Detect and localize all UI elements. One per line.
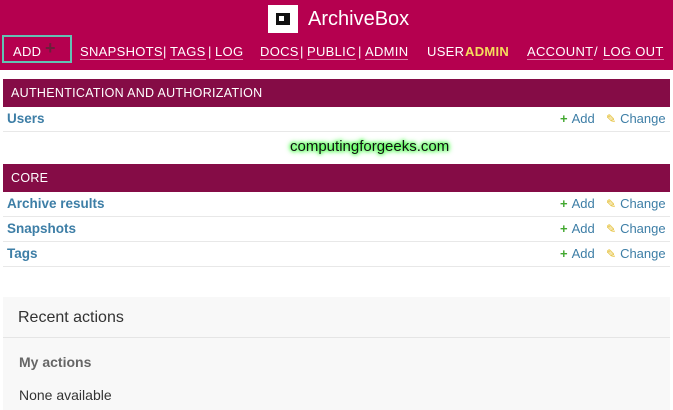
change-label: Change xyxy=(620,246,666,261)
plus-icon: + xyxy=(560,246,568,261)
pencil-icon: ✎ xyxy=(606,222,617,236)
add-label: Add xyxy=(571,221,595,236)
recent-actions-panel: Recent actions My actions None available xyxy=(3,297,670,410)
model-link-tags[interactable]: Tags xyxy=(7,246,38,261)
nav-snapshots-link[interactable]: SNAPSHOTS xyxy=(80,44,163,60)
change-link[interactable]: ✎ Change xyxy=(606,246,666,261)
model-link-snapshots[interactable]: Snapshots xyxy=(7,221,76,236)
nav-docs-link[interactable]: DOCS xyxy=(260,44,299,60)
change-label: Change xyxy=(620,221,666,236)
nav-logout-link[interactable]: LOG OUT xyxy=(603,44,664,60)
table-row: Archive results + Add ✎ Change xyxy=(3,192,670,217)
change-link[interactable]: ✎ Change xyxy=(606,221,666,236)
user-label: USER xyxy=(427,44,465,59)
nav-account-link[interactable]: ACCOUNT xyxy=(527,44,594,60)
add-link[interactable]: + Add xyxy=(560,111,595,126)
nav-separator: | xyxy=(208,44,212,59)
change-link[interactable]: ✎ Change xyxy=(606,111,666,126)
pencil-icon: ✎ xyxy=(606,197,617,211)
nav-admin-link[interactable]: ADMIN xyxy=(365,44,409,60)
add-link[interactable]: + Add xyxy=(560,246,595,261)
nav-add-link[interactable]: ADD xyxy=(13,44,41,59)
table-row: Users + Add ✎ Change xyxy=(3,107,670,132)
nav-separator: | xyxy=(163,44,167,59)
empty-state-text: None available xyxy=(19,387,112,403)
change-label: Change xyxy=(620,196,666,211)
nav-public-link[interactable]: PUBLIC xyxy=(307,44,356,60)
module-core: CORE Archive results + Add ✎ Change Snapsh… xyxy=(3,164,670,267)
plus-icon: + xyxy=(560,111,568,126)
add-label: Add xyxy=(571,111,595,126)
brand[interactable]: ArchiveBox xyxy=(268,4,409,34)
nav-tags-link[interactable]: TAGS xyxy=(170,44,206,60)
add-label: Add xyxy=(571,196,595,211)
user-name: ADMIN xyxy=(465,44,510,59)
add-label: Add xyxy=(571,246,595,261)
module-caption: AUTHENTICATION AND AUTHORIZATION xyxy=(3,79,670,107)
archive-box-icon xyxy=(268,5,298,33)
my-actions-heading: My actions xyxy=(19,354,92,370)
module-auth: AUTHENTICATION AND AUTHORIZATION Users +… xyxy=(3,79,670,132)
module-caption: CORE xyxy=(3,164,670,192)
table-row: Snapshots + Add ✎ Change xyxy=(3,217,670,242)
nav-separator: | xyxy=(300,44,304,59)
app-title[interactable]: ArchiveBox xyxy=(308,8,409,31)
watermark-text: computingforgeeks.com xyxy=(290,138,450,155)
change-link[interactable]: ✎ Change xyxy=(606,196,666,211)
plus-icon: + xyxy=(560,221,568,236)
nav-log-link[interactable]: LOG xyxy=(215,44,244,60)
top-header: ArchiveBox ADD + SNAPSHOTS | TAGS | LOG … xyxy=(0,0,673,70)
divider xyxy=(3,337,670,338)
add-link[interactable]: + Add xyxy=(560,196,595,211)
pencil-icon: ✎ xyxy=(606,247,617,261)
recent-actions-title: Recent actions xyxy=(18,309,124,326)
table-row: Tags + Add ✎ Change xyxy=(3,242,670,267)
add-link[interactable]: + Add xyxy=(560,221,595,236)
pencil-icon: ✎ xyxy=(606,112,617,126)
plus-icon: + xyxy=(560,196,568,211)
model-link-users[interactable]: Users xyxy=(7,111,45,126)
plus-icon[interactable]: + xyxy=(45,39,56,57)
nav-separator: | xyxy=(358,44,362,59)
nav-slash: / xyxy=(594,44,598,59)
model-link-archive-results[interactable]: Archive results xyxy=(7,196,105,211)
user-tools-nav: ADD + SNAPSHOTS | TAGS | LOG DOCS | PUBL… xyxy=(0,39,673,64)
change-label: Change xyxy=(620,111,666,126)
